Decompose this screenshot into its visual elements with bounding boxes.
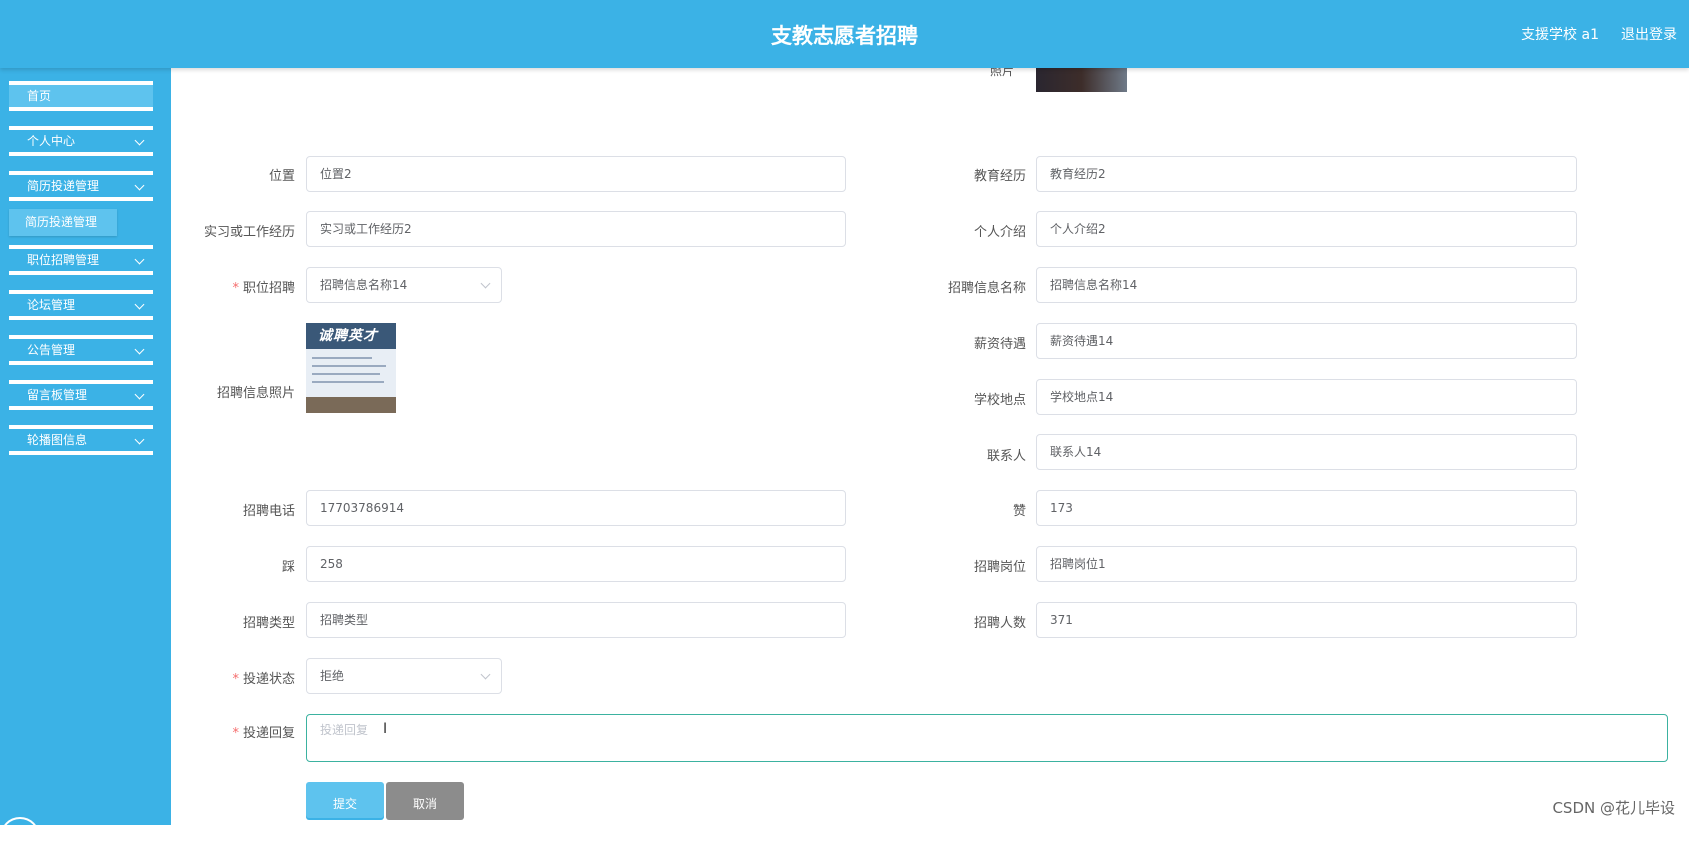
sidebar-item-label: 简历投递管理 (27, 179, 100, 193)
job-photo-line (312, 373, 380, 375)
sidebar-item-resume-management[interactable]: 简历投递管理 (9, 171, 153, 201)
sidebar-item-message-board[interactable]: 留言板管理 (9, 380, 153, 410)
chevron-down-icon (134, 344, 145, 355)
text-cursor-icon: I (383, 721, 388, 737)
job-select[interactable]: 招聘信息名称14 (306, 267, 502, 303)
chevron-down-icon (480, 278, 491, 289)
count-label: 招聘人数 (973, 616, 1026, 631)
required-mark: * (232, 281, 239, 296)
sidebar-item-label: 个人中心 (27, 134, 76, 148)
position-field[interactable]: 位置2 (306, 156, 846, 192)
job-photo-label: 招聘信息照片 (216, 386, 295, 401)
intro-label: 个人介绍 (973, 225, 1026, 240)
job-select-value: 招聘信息名称14 (320, 278, 408, 292)
job-name-label: 招聘信息名称 (947, 281, 1026, 296)
sidebar-item-forum-management[interactable]: 论坛管理 (9, 290, 153, 320)
contact-field[interactable]: 联系人14 (1036, 434, 1577, 470)
contact-label: 联系人 (986, 449, 1026, 464)
submenu-item-resume-management[interactable]: 简历投递管理 (9, 209, 117, 236)
dislikes-label: 踩 (281, 560, 295, 575)
chevron-down-icon (134, 299, 145, 310)
job-photo-line (312, 365, 386, 367)
school-location-label: 学校地点 (973, 393, 1026, 408)
header-bar: 支教志愿者招聘 支援学校 a1 退出登录 (0, 0, 1689, 68)
sidebar-item-carousel-info[interactable]: 轮播图信息 (9, 425, 153, 455)
education-field[interactable]: 教育经历2 (1036, 156, 1577, 192)
chevron-down-icon (134, 135, 145, 146)
required-mark: * (232, 726, 239, 741)
job-name-field[interactable]: 招聘信息名称14 (1036, 267, 1577, 303)
sidebar-item-label: 首页 (27, 89, 52, 103)
job-photo-line (312, 381, 384, 383)
status-select-value: 拒绝 (320, 669, 345, 683)
experience-field[interactable]: 实习或工作经历2 (306, 211, 846, 247)
required-mark: * (232, 672, 239, 687)
current-user: 支援学校 a1 (1521, 27, 1599, 43)
job-photo-footer (306, 397, 396, 413)
salary-field[interactable]: 薪资待遇14 (1036, 323, 1577, 359)
chevron-down-icon (480, 669, 491, 680)
circle-icon[interactable] (0, 817, 40, 857)
app-title: 支教志愿者招聘 (771, 24, 918, 48)
job-photo: 诚聘英才 (306, 323, 396, 413)
status-select[interactable]: 拒绝 (306, 658, 502, 694)
sidebar-item-label: 职位招聘管理 (27, 253, 100, 267)
job-label: * 职位招聘 (155, 277, 295, 296)
education-label: 教育经历 (973, 169, 1026, 184)
chevron-down-icon (134, 389, 145, 400)
type-field[interactable]: 招聘类型 (306, 602, 846, 638)
logout-link[interactable]: 退出登录 (1621, 24, 1677, 44)
count-field[interactable]: 371 (1036, 602, 1577, 638)
sidebar-item-label: 公告管理 (27, 343, 76, 357)
experience-label: 实习或工作经历 (203, 225, 295, 240)
reply-textarea[interactable]: 投递回复 (306, 714, 1668, 762)
job-photo-line (312, 357, 372, 359)
sidebar-item-label: 论坛管理 (27, 298, 76, 312)
phone-label: 招聘电话 (242, 504, 295, 519)
sidebar: 首页 个人中心 简历投递管理 简历投递管理 职位招聘管理 论坛管理 公告管理 留… (0, 68, 171, 857)
school-location-field[interactable]: 学校地点14 (1036, 379, 1577, 415)
chevron-down-icon (134, 434, 145, 445)
sidebar-item-job-management[interactable]: 职位招聘管理 (9, 245, 153, 275)
sidebar-item-personal-center[interactable]: 个人中心 (9, 126, 153, 156)
salary-label: 薪资待遇 (973, 337, 1026, 352)
type-label: 招聘类型 (242, 616, 295, 631)
intro-field[interactable]: 个人介绍2 (1036, 211, 1577, 247)
status-label-text: 投递状态 (242, 672, 295, 687)
sidebar-item-label: 轮播图信息 (27, 433, 88, 447)
cancel-button[interactable]: 取消 (386, 782, 464, 820)
likes-label: 赞 (1012, 504, 1026, 519)
submit-button[interactable]: 提交 (306, 782, 384, 820)
sidebar-item-label: 留言板管理 (27, 388, 88, 402)
job-label-text: 职位招聘 (242, 281, 295, 296)
chevron-down-icon (134, 254, 145, 265)
job-photo-text: 诚聘英才 (318, 328, 378, 344)
post-label: 招聘岗位 (973, 560, 1026, 575)
user-photo (1036, 68, 1127, 92)
chevron-down-icon (134, 180, 145, 191)
reply-label-text: 投递回复 (242, 726, 295, 741)
sidebar-item-notice-management[interactable]: 公告管理 (9, 335, 153, 365)
status-label: * 投递状态 (155, 668, 295, 687)
post-field[interactable]: 招聘岗位1 (1036, 546, 1577, 582)
watermark: CSDN @花儿毕设 (1552, 799, 1675, 817)
sidebar-item-home[interactable]: 首页 (9, 81, 153, 111)
phone-field[interactable]: 17703786914 (306, 490, 846, 526)
header-actions: 支援学校 a1 退出登录 (1521, 24, 1677, 44)
reply-label: * 投递回复 (155, 722, 295, 741)
dislikes-field[interactable]: 258 (306, 546, 846, 582)
position-label: 位置 (268, 169, 295, 184)
likes-field[interactable]: 173 (1036, 490, 1577, 526)
